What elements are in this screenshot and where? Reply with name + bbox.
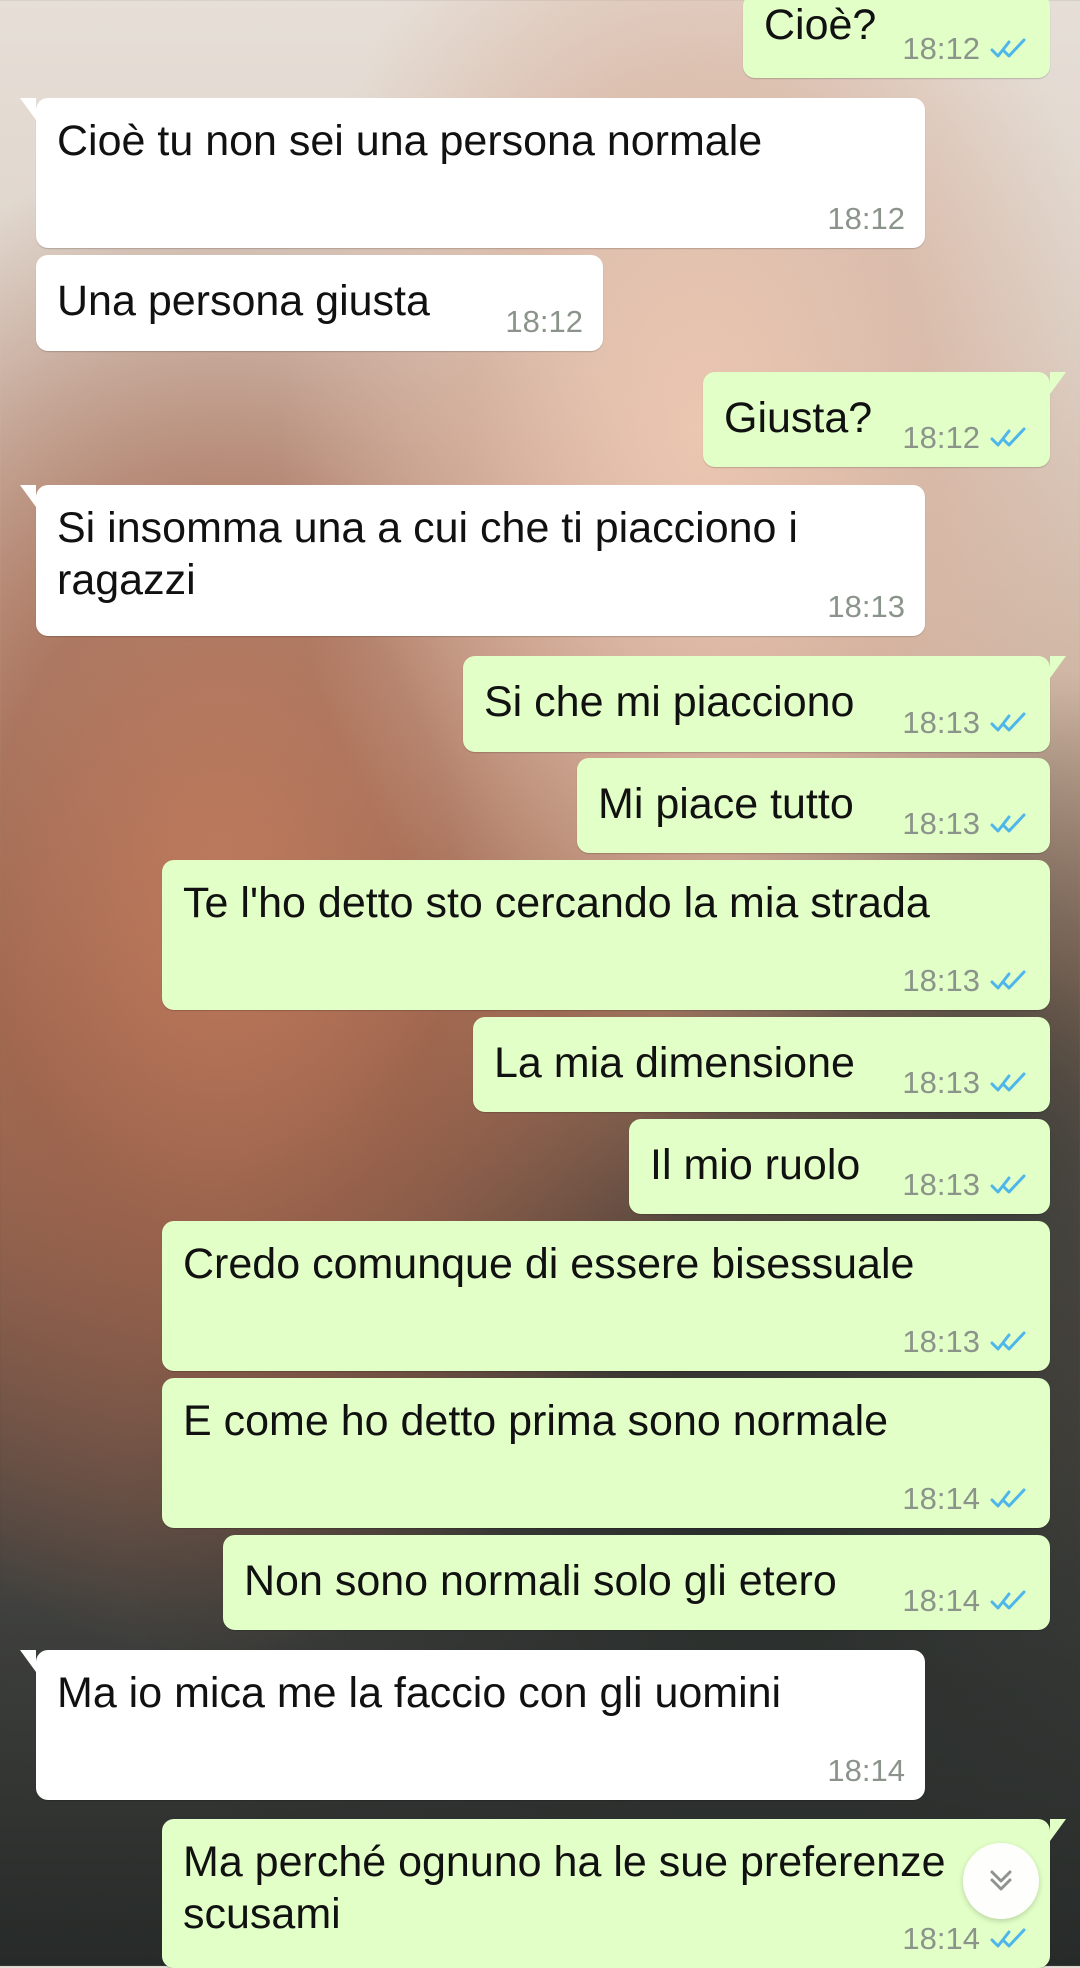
message-text: Te l'ho detto sto cercando la mia strada (183, 879, 930, 927)
message-time: 18:13 (902, 705, 980, 740)
message-time: 18:13 (902, 1324, 980, 1359)
double-check-icon (990, 813, 1026, 833)
double-check-icon (990, 1928, 1026, 1948)
chat-thread[interactable]: Cioè? 18:12 Cioè tu non sei una persona … (0, 0, 1080, 1968)
double-check-icon (990, 1590, 1026, 1610)
message-time: 18:13 (902, 1167, 980, 1202)
message-meta: 18:14 (827, 1754, 905, 1788)
message-meta: 18:14 (902, 1584, 1030, 1618)
message-time: 18:13 (902, 806, 980, 841)
message-time: 18:12 (827, 201, 905, 236)
message-meta: 18:13 (902, 1325, 1030, 1359)
double-check-icon (990, 38, 1026, 58)
message-bubble-outgoing[interactable]: Giusta? 18:12 (703, 372, 1066, 467)
message-time: 18:12 (902, 31, 980, 66)
message-text: Una persona giusta (57, 277, 430, 325)
message-bubble-incoming[interactable]: Una persona giusta 18:12 (36, 255, 603, 351)
message-bubble-outgoing[interactable]: Ma perché ognuno ha le sue preferenze sc… (162, 1819, 1066, 1968)
message-time: 18:12 (902, 420, 980, 455)
chevron-double-down-icon (990, 1870, 1012, 1891)
message-meta: 18:14 (902, 1482, 1030, 1516)
message-meta: 18:13 (827, 590, 905, 624)
message-meta: 18:14 (902, 1922, 1030, 1956)
message-bubble-outgoing[interactable]: E come ho detto prima sono normale 18:14 (162, 1378, 1050, 1528)
message-time: 18:13 (902, 963, 980, 998)
double-check-icon (990, 1174, 1026, 1194)
message-meta: 18:12 (902, 32, 1030, 66)
message-meta: 18:12 (827, 202, 905, 236)
double-check-icon (990, 712, 1026, 732)
message-meta: 18:13 (902, 706, 1030, 740)
message-bubble-outgoing[interactable]: Te l'ho detto sto cercando la mia strada… (162, 860, 1050, 1010)
message-time: 18:14 (902, 1921, 980, 1956)
message-bubble-outgoing[interactable]: Cioè? 18:12 (743, 0, 1050, 78)
message-time: 18:14 (902, 1583, 980, 1618)
message-meta: 18:13 (902, 807, 1030, 841)
message-bubble-outgoing[interactable]: Non sono normali solo gli etero 18:14 (223, 1535, 1050, 1630)
message-text: Si insomma una a cui che ti piacciono i … (57, 504, 798, 604)
message-time: 18:12 (505, 304, 583, 339)
message-time: 18:14 (827, 1753, 905, 1788)
message-bubble-outgoing[interactable]: La mia dimensione 18:13 (473, 1017, 1050, 1112)
double-check-icon (990, 970, 1026, 990)
scroll-to-bottom-button[interactable] (963, 1843, 1039, 1919)
message-text: Ma perché ognuno ha le sue preferenze sc… (183, 1838, 946, 1938)
message-meta: 18:13 (902, 964, 1030, 998)
double-check-icon (990, 1331, 1026, 1351)
message-meta: 18:12 (505, 305, 583, 339)
message-meta: 18:13 (902, 1066, 1030, 1100)
message-time: 18:13 (902, 1065, 980, 1100)
message-bubble-incoming[interactable]: Ma io mica me la faccio con gli uomini 1… (20, 1650, 925, 1800)
message-bubble-outgoing[interactable]: Mi piace tutto 18:13 (577, 758, 1050, 853)
message-text: Ma io mica me la faccio con gli uomini (57, 1669, 782, 1717)
message-time: 18:13 (827, 589, 905, 624)
double-check-icon (990, 1488, 1026, 1508)
message-text: E come ho detto prima sono normale (183, 1397, 889, 1445)
message-bubble-outgoing[interactable]: Credo comunque di essere bisessuale 18:1… (162, 1221, 1050, 1371)
message-text: Cioè tu non sei una persona normale (57, 117, 763, 165)
message-meta: 18:12 (902, 421, 1030, 455)
message-bubble-outgoing[interactable]: Il mio ruolo 18:13 (629, 1119, 1050, 1214)
message-bubble-outgoing[interactable]: Si che mi piacciono 18:13 (463, 656, 1066, 752)
message-text: Credo comunque di essere bisessuale (183, 1240, 915, 1288)
message-bubble-incoming[interactable]: Si insomma una a cui che ti piacciono i … (20, 485, 925, 636)
message-bubble-incoming[interactable]: Cioè tu non sei una persona normale 18:1… (20, 98, 925, 248)
message-meta: 18:13 (902, 1168, 1030, 1202)
double-check-icon (990, 427, 1026, 447)
double-check-icon (990, 1072, 1026, 1092)
message-time: 18:14 (902, 1481, 980, 1516)
